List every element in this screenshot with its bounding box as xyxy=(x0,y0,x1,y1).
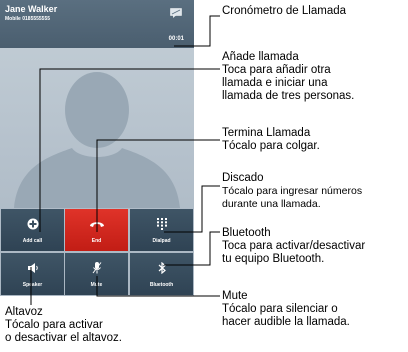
callout-add-call: Añade llamada Toca para añadir otra llam… xyxy=(222,51,354,103)
callout-bluetooth-line2: tu equipo Bluetooth. xyxy=(222,253,325,265)
callout-dialpad-line2: durante una llamada. xyxy=(222,198,321,210)
callout-speaker-line1: Tócalo para activar xyxy=(5,319,103,331)
callout-speaker: Altavoz Tócalo para activar o desactivar… xyxy=(5,306,122,345)
callout-speaker-title: Altavoz xyxy=(5,306,43,318)
callout-mute: Mute Tócalo para silenciar o hacer audib… xyxy=(222,290,350,329)
callout-add-call-line2: llamada e iniciar una xyxy=(222,77,328,89)
callout-dialpad-line1: Tócalo para ingresar números xyxy=(222,185,363,197)
callout-speaker-line2: o desactivar el altavoz. xyxy=(5,332,122,344)
callout-bluetooth: Bluetooth Toca para activar/desactivar t… xyxy=(222,227,365,266)
callout-dialpad: Discado Tócalo para ingresar números dur… xyxy=(222,172,362,211)
callout-mute-line2: hacer audible la llamada. xyxy=(222,316,350,328)
callout-timer-title: Cronómetro de Llamada xyxy=(222,5,347,17)
callout-bluetooth-line1: Toca para activar/desactivar xyxy=(222,240,366,252)
callout-end-call-line1: Tócalo para colgar. xyxy=(222,140,320,152)
callout-timer: Cronómetro de Llamada xyxy=(222,5,346,18)
callout-mute-line1: Tócalo para silenciar o xyxy=(222,303,338,315)
callout-add-call-line3: llamada de tres personas. xyxy=(222,90,355,102)
callout-add-call-title: Añade llamada xyxy=(222,51,299,63)
callout-mute-title: Mute xyxy=(222,290,248,302)
callout-dialpad-title: Discado xyxy=(222,172,264,184)
callout-end-call-title: Termina Llamada xyxy=(222,127,311,139)
callout-bluetooth-title: Bluetooth xyxy=(222,227,271,239)
callout-add-call-line1: Toca para añadir otra xyxy=(222,64,331,76)
callout-end-call: Termina Llamada Tócalo para colgar. xyxy=(222,127,320,153)
